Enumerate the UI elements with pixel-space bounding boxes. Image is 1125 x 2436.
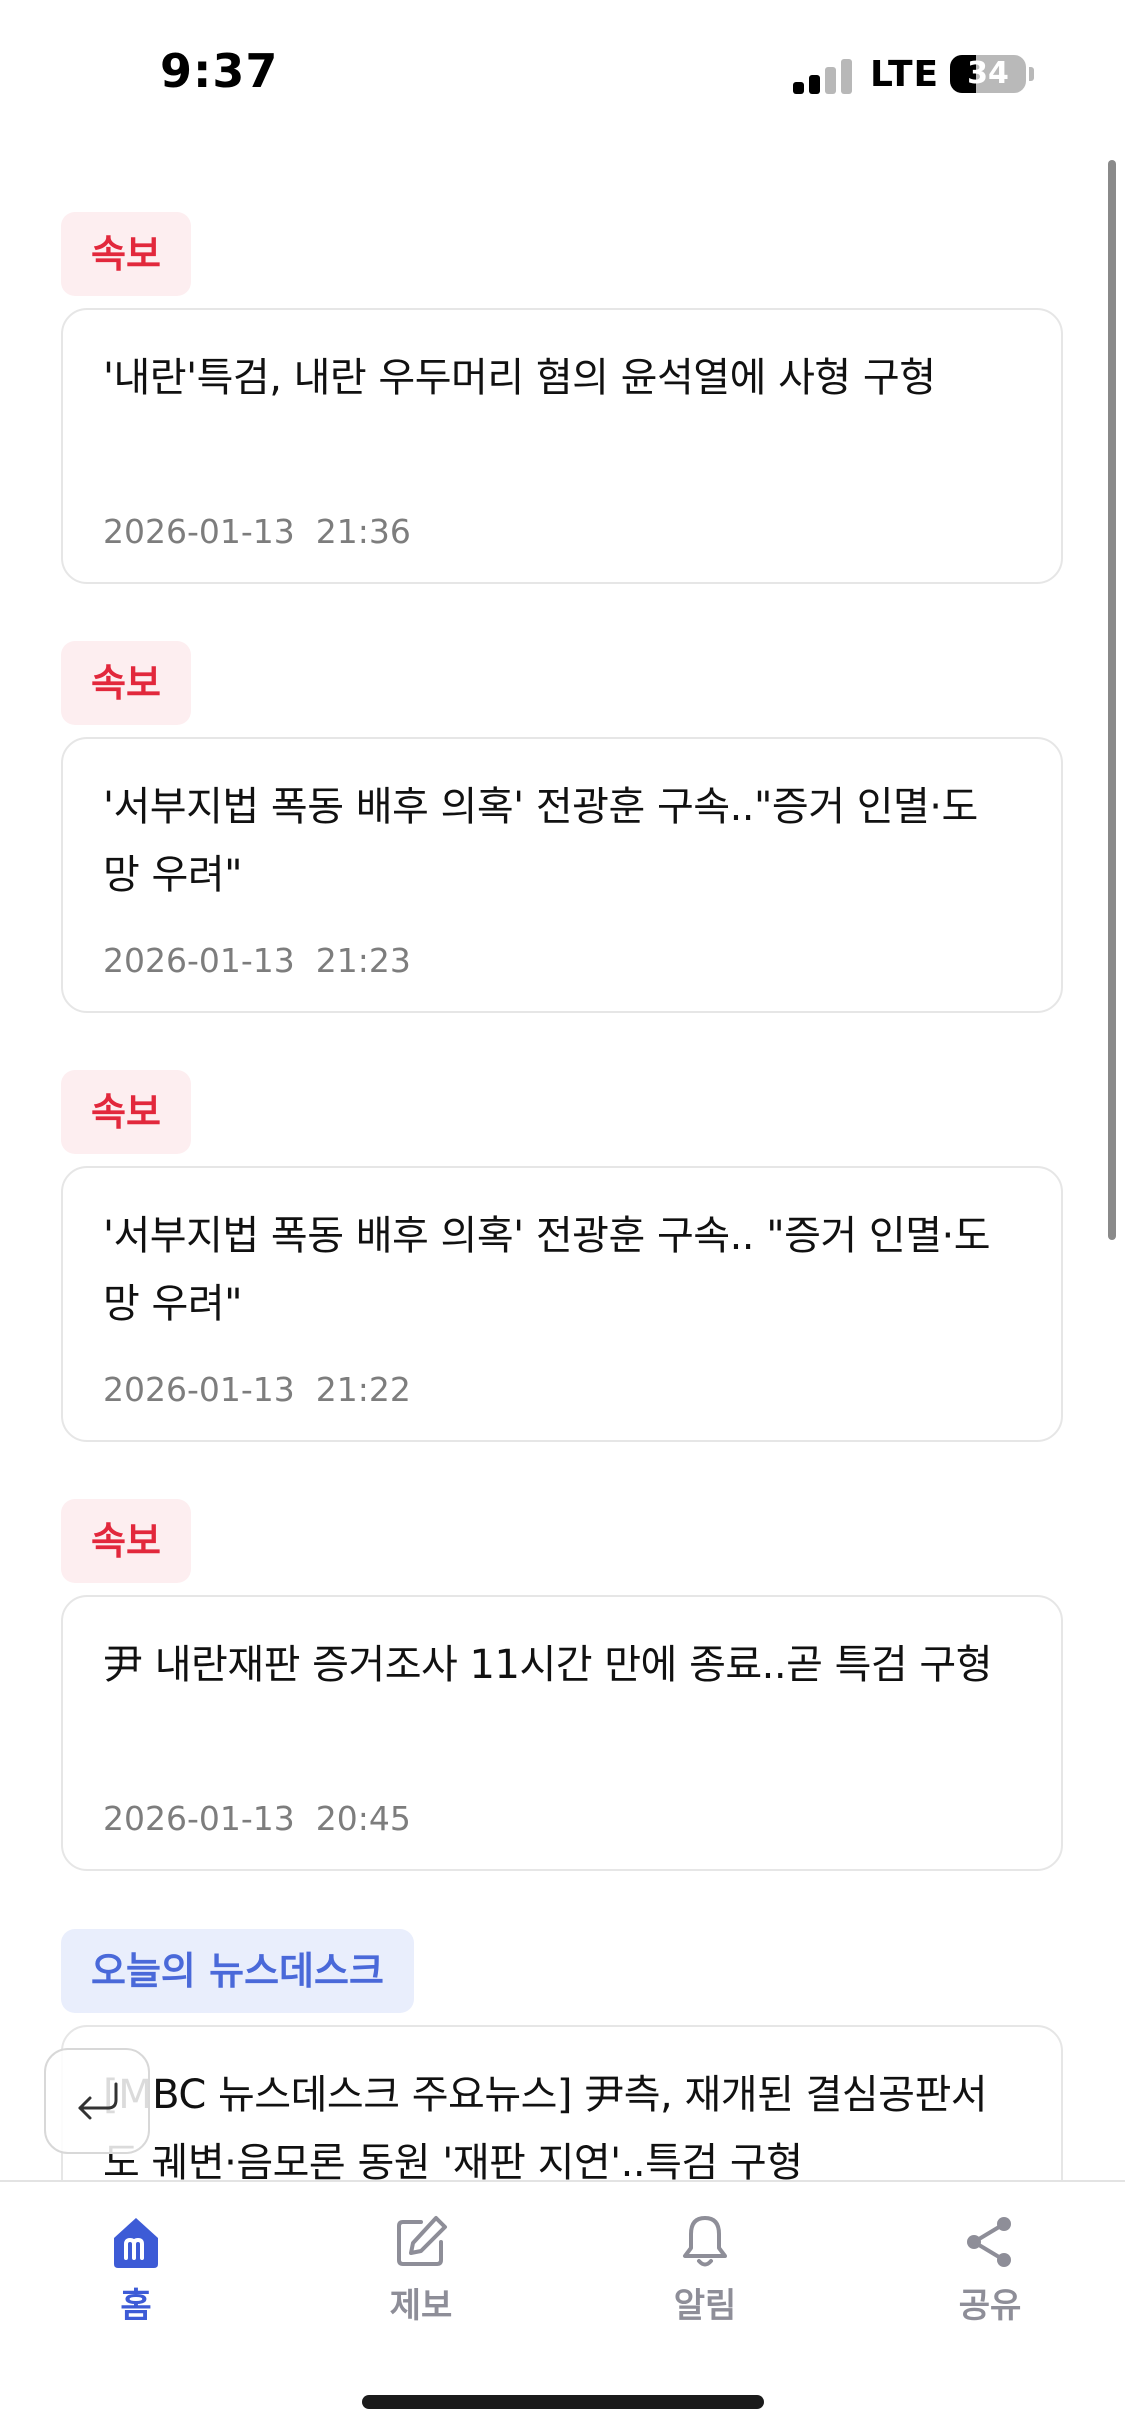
breaking-news-tag: 속보 [61, 641, 191, 725]
news-feed[interactable]: 속보 '내란'특검, 내란 우두머리 혐의 윤석열에 사형 구형 2026-01… [0, 0, 1125, 2180]
news-title: [MBC 뉴스데스크 주요뉴스] 尹측, 재개된 결심공판서도 궤변·음모론 동… [103, 2072, 988, 2180]
news-card[interactable]: 尹 내란재판 증거조사 11시간 만에 종료..곧 특검 구형 2026-01-… [61, 1595, 1063, 1871]
news-title: 尹 내란재판 증거조사 11시간 만에 종료..곧 특검 구형 [103, 1642, 993, 1688]
breaking-news-tag: 속보 [61, 212, 191, 296]
news-date: 2026-01-13 21:23 [103, 941, 411, 980]
breaking-news-tag: 속보 [61, 1070, 191, 1154]
nav-label: 제보 [389, 2286, 453, 2326]
breaking-news-tag: 속보 [61, 1499, 191, 1583]
scroll-indicator[interactable] [1108, 160, 1116, 1240]
news-title: '서부지법 폭동 배후 의혹' 전광훈 구속.."증거 인멸·도망 우려" [103, 784, 978, 898]
bell-icon [683, 2216, 727, 2267]
news-date: 2026-01-13 21:36 [103, 512, 411, 551]
news-card[interactable]: '서부지법 폭동 배후 의혹' 전광훈 구속.."증거 인멸·도망 우려" 20… [61, 737, 1063, 1013]
nav-label: 알림 [673, 2286, 737, 2326]
nav-report[interactable]: 제보 [341, 2212, 501, 2332]
news-card[interactable]: '서부지법 폭동 배후 의혹' 전광훈 구속.. "증거 인멸·도망 우려" 2… [61, 1166, 1063, 1442]
nav-label: 홈 [120, 2286, 152, 2326]
back-arrow-icon [78, 2082, 118, 2120]
share-icon [967, 2217, 1011, 2267]
nav-share[interactable]: 공유 [910, 2212, 1070, 2332]
nav-alerts[interactable]: 알림 [625, 2212, 785, 2332]
news-card[interactable]: [MBC 뉴스데스크 주요뉴스] 尹측, 재개된 결심공판서도 궤변·음모론 동… [61, 2025, 1063, 2180]
home-icon [114, 2218, 158, 2268]
news-date: 2026-01-13 20:45 [103, 1799, 411, 1838]
news-card[interactable]: '내란'특검, 내란 우두머리 혐의 윤석열에 사형 구형 2026-01-13… [61, 308, 1063, 584]
nav-label: 공유 [958, 2286, 1022, 2326]
news-date: 2026-01-13 21:22 [103, 1370, 411, 1409]
nav-home[interactable]: 홈 [56, 2212, 216, 2332]
edit-icon [397, 2216, 447, 2266]
newsdesk-tag: 오늘의 뉴스데스크 [61, 1929, 414, 2013]
back-button[interactable] [44, 2048, 150, 2154]
news-title: '서부지법 폭동 배후 의혹' 전광훈 구속.. "증거 인멸·도망 우려" [103, 1213, 991, 1327]
home-indicator [362, 2395, 764, 2409]
news-title: '내란'특검, 내란 우두머리 혐의 윤석열에 사형 구형 [103, 355, 936, 401]
